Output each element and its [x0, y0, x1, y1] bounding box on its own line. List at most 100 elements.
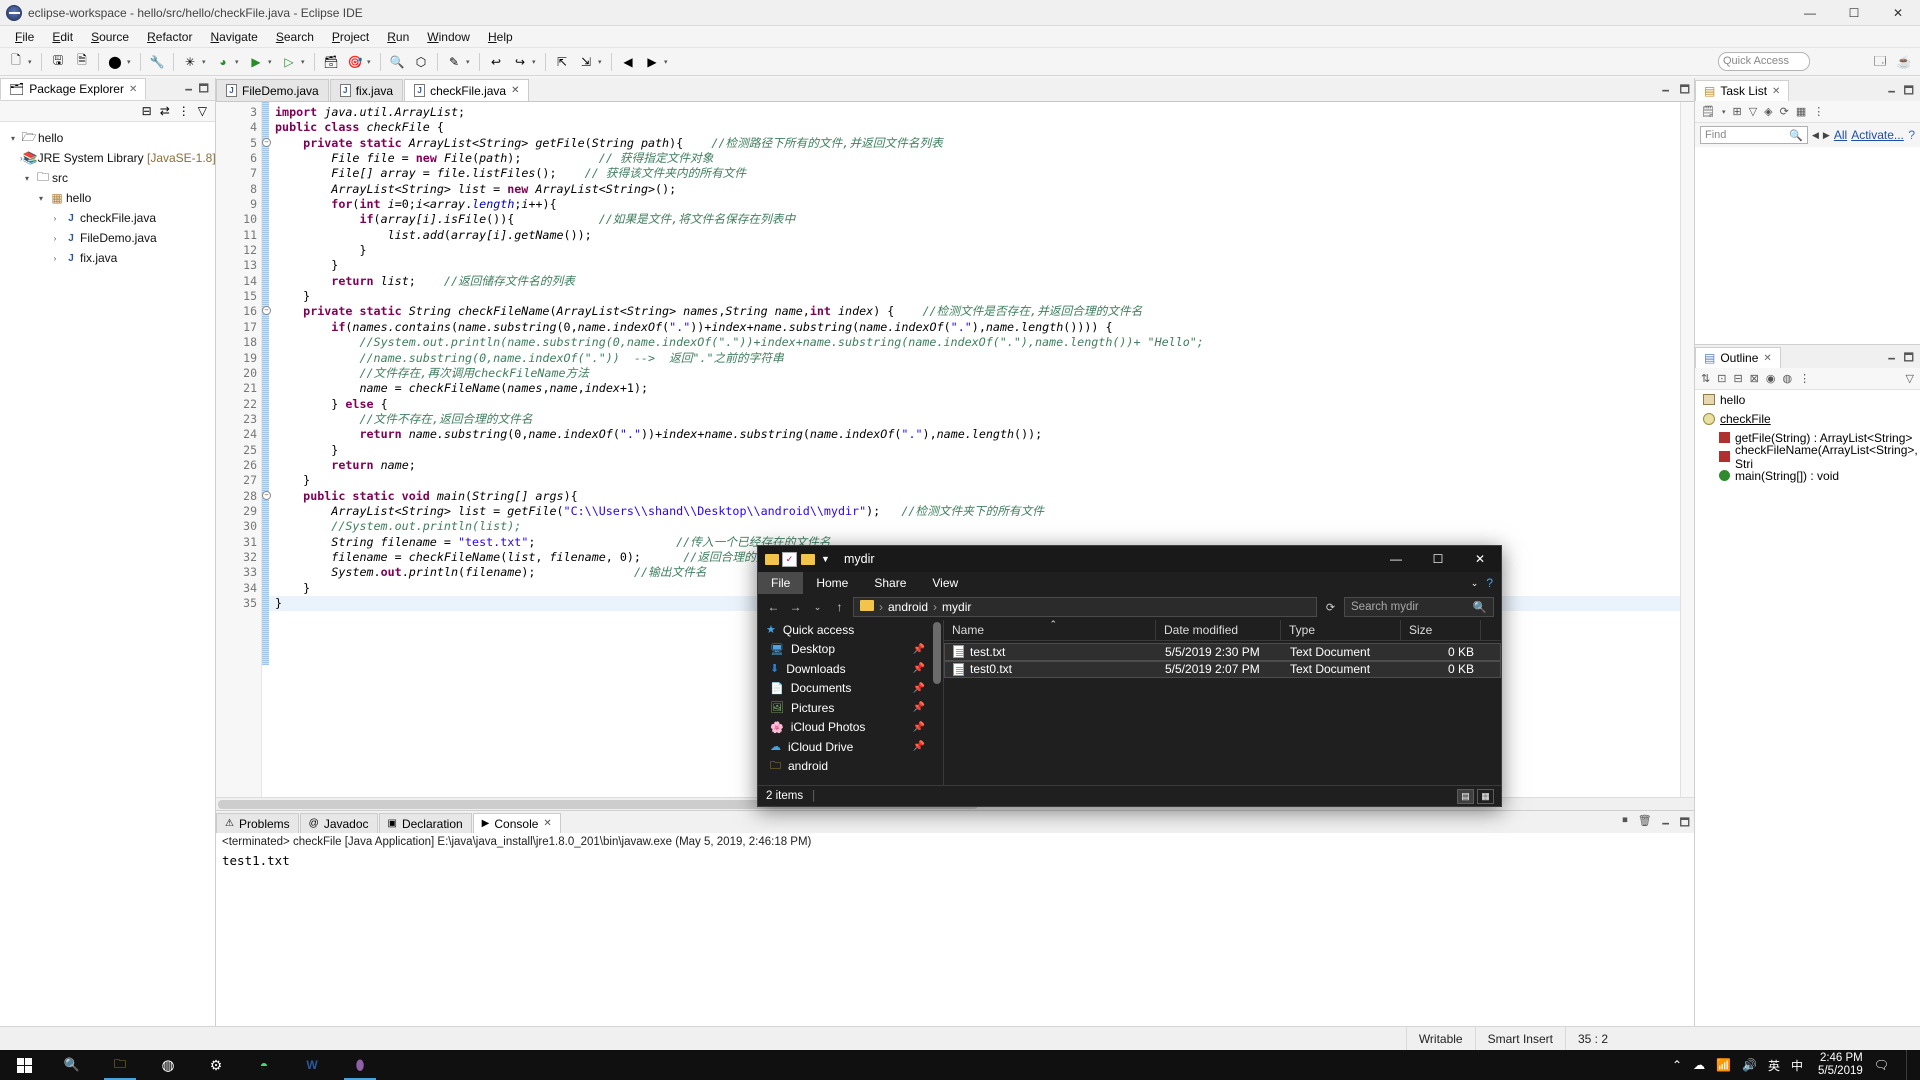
code-line[interactable]: return list; //返回储存文件名的列表: [269, 274, 1680, 289]
new-task-icon[interactable]: 🗒: [1701, 105, 1715, 118]
outline-view-menu-icon[interactable]: ⋮: [1799, 372, 1810, 385]
customize-toolbar-icon[interactable]: ▼: [818, 552, 833, 567]
code-line[interactable]: list.add(array[i].getName());: [269, 228, 1680, 243]
ime-language-indicator[interactable]: 英: [1768, 1057, 1780, 1074]
tree-item-jre-system-library[interactable]: › 📚 JRE System Library [JavaSE-1.8]: [0, 148, 216, 168]
nav-item-desktop[interactable]: 🖥 Desktop 📌: [758, 640, 943, 660]
recent-locations-icon[interactable]: ⌄: [809, 599, 826, 616]
prev-edit-icon[interactable]: ◀: [617, 51, 639, 73]
java-perspective-icon[interactable]: ☕: [1893, 51, 1915, 73]
code-line[interactable]: import java.util.ArrayList;: [269, 105, 1680, 120]
taskbar-settings[interactable]: ⚙: [192, 1050, 240, 1080]
run-external-dropdown-icon[interactable]: ▾: [301, 58, 310, 66]
tree-item-filedemo-java[interactable]: › J FileDemo.java: [0, 228, 215, 248]
debug-dropdown-icon[interactable]: ▾: [127, 58, 136, 66]
outline-item[interactable]: hello: [1695, 390, 1920, 409]
ribbon-tab-view[interactable]: View: [919, 572, 971, 594]
nav-item-quick-access[interactable]: ★ Quick access: [758, 620, 943, 640]
nav-item-downloads[interactable]: ⬇ Downloads 📌: [758, 659, 943, 679]
nav-dropdown-icon[interactable]: ▾: [664, 58, 673, 66]
hide-fields-icon[interactable]: ⊡: [1717, 372, 1726, 385]
code-line[interactable]: File file = new File(path); // 获得指定文件对象: [269, 151, 1680, 166]
taskbar-word[interactable]: W: [288, 1050, 336, 1080]
quick-access-input[interactable]: Quick Access: [1718, 52, 1810, 71]
close-icon[interactable]: ✕: [511, 85, 519, 96]
explorer-maximize-button[interactable]: ☐: [1417, 546, 1459, 572]
forward-icon[interactable]: ↪: [509, 51, 531, 73]
close-icon[interactable]: ✕: [129, 84, 137, 95]
explorer-close-button[interactable]: ✕: [1459, 546, 1501, 572]
run-external-icon[interactable]: ▷: [278, 51, 300, 73]
maximize-button[interactable]: ☐: [1832, 0, 1876, 26]
outline-item[interactable]: checkFileName(ArrayList<String>, Stri: [1695, 443, 1920, 471]
close-icon[interactable]: ✕: [1772, 86, 1780, 97]
up-icon[interactable]: ↑: [831, 599, 848, 616]
collapse-arrow-icon[interactable]: ▾: [6, 134, 20, 143]
taskbar-clock[interactable]: 2:46 PM 5/5/2019: [1814, 1052, 1863, 1078]
file-row[interactable]: test.txt 5/5/2019 2:30 PM Text Document 0 K…: [944, 643, 1501, 661]
annotation-dropdown-icon[interactable]: ▾: [598, 58, 607, 66]
hide-static-icon[interactable]: ⊟: [1733, 372, 1742, 385]
large-icons-view-button[interactable]: ▦: [1477, 788, 1494, 804]
edit-dropdown-icon[interactable]: ▾: [466, 58, 475, 66]
run-debug-icon[interactable]: ◕: [212, 51, 234, 73]
file-row[interactable]: test0.txt 5/5/2019 2:07 PM Text Document 0 …: [944, 660, 1501, 678]
code-line[interactable]: if(names.contains(name.substring(0,name.…: [269, 320, 1680, 335]
menu-run[interactable]: Run: [378, 28, 418, 46]
pin-icon[interactable]: 📌: [913, 663, 925, 674]
skip-breakpoints-icon[interactable]: 🔧: [146, 51, 168, 73]
taskbar-eclipse[interactable]: ⬮: [336, 1050, 384, 1080]
edit-icon[interactable]: ✎: [443, 51, 465, 73]
ribbon-collapse-icon[interactable]: ⌄: [1471, 578, 1479, 589]
taskbar-file-explorer[interactable]: 🗀: [96, 1050, 144, 1080]
view-menu-icon[interactable]: ⋮: [178, 104, 190, 118]
save-all-icon[interactable]: 🗎: [71, 51, 93, 73]
code-line[interactable]: }: [269, 443, 1680, 458]
code-line[interactable]: }: [269, 473, 1680, 488]
hide-nonpublic-icon[interactable]: ⊠: [1750, 372, 1759, 385]
column-header-type[interactable]: Type: [1281, 619, 1401, 641]
close-icon[interactable]: ✕: [543, 818, 551, 829]
menu-refactor[interactable]: Refactor: [138, 28, 201, 46]
task-filter-icon[interactable]: ▽: [1749, 105, 1757, 118]
run-debug-dropdown-icon[interactable]: ▾: [235, 58, 244, 66]
column-header-date-modified[interactable]: Date modified: [1156, 619, 1281, 641]
new-icon[interactable]: 🗋: [5, 51, 27, 73]
code-line[interactable]: name = checkFileName(names,name,index+1)…: [269, 381, 1680, 396]
tree-item-src[interactable]: ▾ 🗀 src: [0, 168, 215, 188]
task-activate-link[interactable]: Activate...: [1851, 128, 1904, 142]
code-line[interactable]: //System.out.println(name.substring(0,na…: [269, 335, 1680, 350]
close-button[interactable]: ✕: [1876, 0, 1920, 26]
collapse-arrow-icon[interactable]: ▾: [34, 194, 48, 203]
prev-annotation-icon[interactable]: ⇱: [551, 51, 573, 73]
tree-item-hello[interactable]: ▾ 🗁 hello: [0, 128, 215, 148]
bottom-tab-problems[interactable]: ⚠ Problems: [216, 813, 299, 833]
start-button[interactable]: [0, 1050, 48, 1080]
new-folder-quick-icon[interactable]: [800, 552, 815, 567]
sort-icon[interactable]: ⇅: [1701, 372, 1710, 385]
code-line[interactable]: private static String checkFileName(Arra…: [269, 304, 1680, 319]
volume-icon[interactable]: 🔊: [1742, 1058, 1757, 1072]
new-package-dropdown-icon[interactable]: ▾: [367, 58, 376, 66]
pin-icon[interactable]: 📌: [913, 683, 925, 694]
taskbar-android-studio[interactable]: ◓: [240, 1050, 288, 1080]
taskbar-search-button[interactable]: 🔍: [48, 1050, 96, 1080]
outline-item[interactable]: checkFile: [1695, 409, 1920, 428]
console-body[interactable]: <terminated> checkFile [Java Application…: [216, 833, 1694, 1026]
minimize-console-icon[interactable]: 🗕: [1662, 814, 1670, 833]
network-icon[interactable]: 📶: [1716, 1058, 1731, 1072]
code-line[interactable]: if(array[i].isFile()){ //如果是文件,将文件名保存在列表…: [269, 212, 1680, 227]
find-search-icon[interactable]: 🔍: [1789, 129, 1803, 142]
file-explorer-window[interactable]: ✓ ▼ mydir — ☐ ✕ File Home Share View ⌄ ? ← …: [757, 545, 1502, 807]
editor-tab-checkFile-java[interactable]: JcheckFile.java ✕: [404, 79, 530, 101]
maximize-panel-icon[interactable]: 🗖: [1904, 349, 1914, 368]
help-icon[interactable]: ?: [1486, 576, 1493, 590]
minimize-panel-icon[interactable]: 🗕: [1888, 82, 1896, 101]
address-path-breadcrumb[interactable]: › android › mydir: [853, 597, 1317, 617]
new-dropdown-icon[interactable]: ▾: [28, 58, 37, 66]
tree-item-fix-java[interactable]: › Jfix.java: [0, 248, 215, 268]
taskbar-chrome[interactable]: ◍: [144, 1050, 192, 1080]
task-view-menu-icon[interactable]: ⋮: [1813, 105, 1824, 118]
code-line[interactable]: private static ArrayList<String> getFile…: [269, 136, 1680, 151]
focus-outline-icon[interactable]: ◍: [1782, 372, 1792, 385]
